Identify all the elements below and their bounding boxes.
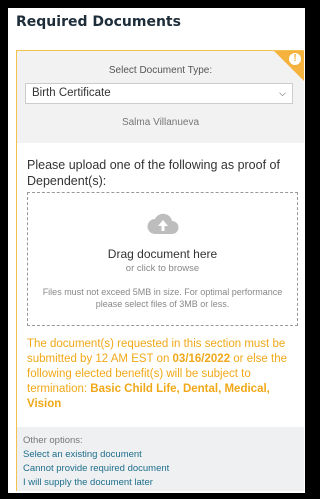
select-document-type-label: Select Document Type: bbox=[108, 65, 213, 76]
required-documents-panel: Required Documents ! Select Document Typ… bbox=[8, 8, 305, 493]
page-title: Required Documents bbox=[16, 14, 181, 30]
deadline-warning: The document(s) requested in this sectio… bbox=[27, 337, 295, 412]
cannot-provide-document-link[interactable]: Cannot provide required document bbox=[23, 463, 169, 474]
document-type-select[interactable]: Birth Certificate ⌵ bbox=[25, 83, 293, 104]
document-card: ! Select Document Type: Birth Certificat… bbox=[16, 50, 304, 491]
other-options-label: Other options: bbox=[23, 435, 83, 446]
card-header: ! Select Document Type: Birth Certificat… bbox=[17, 51, 304, 143]
drag-document-text: Drag document here bbox=[107, 247, 218, 261]
due-date: 03/16/2022 bbox=[172, 353, 231, 365]
other-options: Other options: Select an existing docume… bbox=[17, 427, 304, 491]
click-to-browse-text[interactable]: or click to browse bbox=[28, 263, 297, 274]
dependent-name: Salma Villanueva bbox=[121, 117, 200, 128]
select-existing-document-link[interactable]: Select an existing document bbox=[23, 449, 142, 460]
supply-document-later-link[interactable]: I will supply the document later bbox=[23, 477, 153, 488]
chevron-down-icon: ⌵ bbox=[279, 88, 286, 98]
file-size-limit-text: Files must not exceed 5MB in size. For o… bbox=[42, 287, 283, 309]
selected-document-type: Birth Certificate bbox=[32, 87, 111, 99]
exclamation-icon: ! bbox=[289, 53, 301, 65]
cloud-upload-icon bbox=[147, 213, 179, 234]
upload-instruction: Please upload one of the following as pr… bbox=[27, 158, 280, 188]
upload-dropzone[interactable]: Drag document here or click to browse Fi… bbox=[27, 192, 298, 326]
